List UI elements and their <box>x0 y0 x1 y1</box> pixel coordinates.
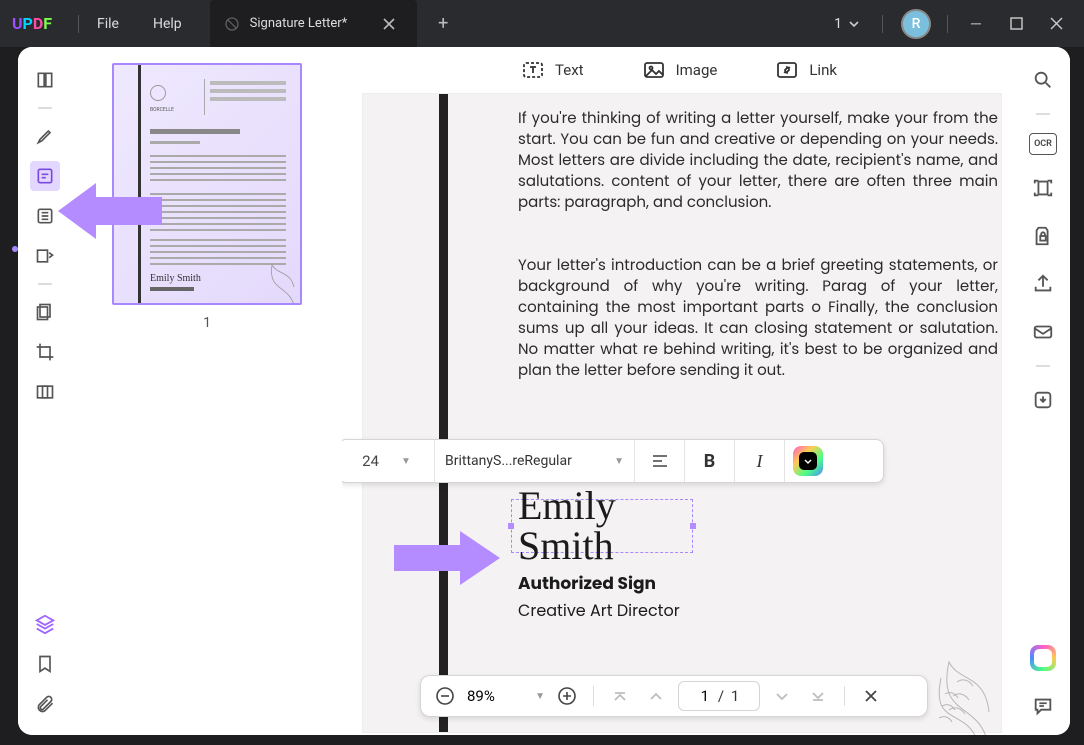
annotation-arrow-right <box>388 525 506 591</box>
tab-bar: Signature Letter* + <box>210 0 456 47</box>
tool-text-label: Text <box>555 61 584 79</box>
save-button[interactable] <box>1028 385 1058 415</box>
prev-page-button[interactable] <box>642 682 670 710</box>
comment-button[interactable] <box>1028 691 1058 721</box>
thumbnail-page-number: 1 <box>203 315 211 331</box>
divider <box>38 107 52 109</box>
thumbnail-panel: BORCELLE Emily Smith 1 <box>72 47 342 735</box>
crop-button[interactable] <box>30 337 60 367</box>
ocr-button[interactable]: OCR <box>1029 133 1057 155</box>
tool-image[interactable]: Image <box>642 58 718 82</box>
close-tab-icon[interactable] <box>379 14 399 34</box>
last-page-button[interactable] <box>804 682 832 710</box>
tool-image-label: Image <box>676 61 718 79</box>
font-size-select[interactable]: 24 ▼ <box>342 440 435 482</box>
zoom-nav-bar: 89% ▼ / 1 <box>420 675 928 717</box>
menu-file[interactable]: File <box>97 16 119 32</box>
font-family-select[interactable]: BrittanyS...reRegular ▼ <box>435 440 635 482</box>
italic-button[interactable]: I <box>735 440 785 482</box>
page-accent-bar <box>439 94 448 732</box>
email-button[interactable] <box>1028 317 1058 347</box>
ai-icon <box>1030 645 1056 671</box>
font-format-popup: 24 ▼ BrittanyS...reRegular ▼ B I <box>342 439 884 483</box>
font-color-button[interactable] <box>785 440 831 482</box>
signature-text-box[interactable]: Emily Smith <box>511 499 693 553</box>
new-tab-button[interactable]: + <box>431 12 455 36</box>
divider <box>1036 113 1050 115</box>
protect-button[interactable] <box>1028 221 1058 251</box>
bold-button[interactable]: B <box>685 440 735 482</box>
zoom-percent-select[interactable]: 89% ▼ <box>467 687 545 705</box>
user-avatar[interactable]: R <box>901 9 931 39</box>
dropdown-caret-icon: ▼ <box>535 691 545 702</box>
divider <box>38 283 52 285</box>
layers-button[interactable] <box>30 609 60 639</box>
page-total: 1 <box>726 687 744 705</box>
paragraph-1[interactable]: If you're thinking of writing a letter y… <box>518 108 998 213</box>
tab-title: Signature Letter* <box>250 16 348 31</box>
edit-toolbar: Text Image Link <box>342 47 1016 93</box>
document-area: Text Image Link If you're thinking of wr… <box>342 47 1016 735</box>
page-input[interactable]: / 1 <box>678 681 760 711</box>
separator <box>947 15 948 33</box>
zoom-percent-value: 89% <box>467 687 495 705</box>
page-counter-value: 1 <box>834 16 842 32</box>
page-current-input[interactable] <box>694 687 716 705</box>
search-button[interactable] <box>1028 65 1058 95</box>
maximize-button[interactable] <box>998 9 1034 39</box>
dropdown-caret-icon: ▼ <box>401 456 411 467</box>
chevron-down-icon <box>848 18 860 30</box>
highlighter-button[interactable] <box>30 121 60 151</box>
titlebar: UPDF File Help Signature Letter* + 1 R ─ <box>0 0 1084 47</box>
authorized-sign-label[interactable]: Authorized Sign <box>518 570 656 596</box>
document-icon <box>224 16 240 32</box>
reader-mode-button[interactable] <box>30 65 60 95</box>
link-tool-icon <box>775 58 799 82</box>
next-page-button[interactable] <box>768 682 796 710</box>
scan-button[interactable] <box>1028 173 1058 203</box>
job-title-label[interactable]: Creative Art Director <box>518 598 680 623</box>
active-tool-indicator <box>12 246 18 252</box>
form-button[interactable] <box>30 241 60 271</box>
divider <box>1036 365 1050 367</box>
signature-text: Emily Smith <box>518 486 686 566</box>
text-tool-icon <box>521 58 545 82</box>
font-family-value: BrittanyS...reRegular <box>445 453 606 469</box>
pages-button[interactable] <box>30 297 60 327</box>
align-button[interactable] <box>635 440 685 482</box>
page-separator: / <box>718 687 724 705</box>
annotation-arrow-left <box>52 179 162 243</box>
menu-help[interactable]: Help <box>153 16 182 32</box>
attachment-button[interactable] <box>30 689 60 719</box>
tool-text[interactable]: Text <box>521 58 584 82</box>
separator <box>78 15 79 33</box>
font-size-value: 24 <box>362 452 379 470</box>
dropdown-caret-icon: ▼ <box>614 456 624 467</box>
minimize-button[interactable]: ─ <box>958 9 994 39</box>
separator <box>844 686 845 706</box>
page-view[interactable]: If you're thinking of writing a letter y… <box>342 93 1016 735</box>
tool-link-label: Link <box>809 61 837 79</box>
separator <box>593 686 594 706</box>
close-zoom-bar-button[interactable] <box>857 682 885 710</box>
zoom-in-button[interactable] <box>553 682 581 710</box>
paragraph-2[interactable]: Your letter's introduction can be a brie… <box>518 255 998 381</box>
left-tool-rail <box>18 47 72 735</box>
ai-assistant-button[interactable] <box>1028 643 1058 673</box>
zoom-out-button[interactable] <box>431 682 459 710</box>
share-button[interactable] <box>1028 269 1058 299</box>
document-page: If you're thinking of writing a letter y… <box>362 93 1002 733</box>
tool-link[interactable]: Link <box>775 58 837 82</box>
tab-active[interactable]: Signature Letter* <box>210 0 418 47</box>
right-tool-rail: OCR <box>1016 47 1070 735</box>
main-window: BORCELLE Emily Smith 1 Text Image <box>18 47 1070 735</box>
compare-button[interactable] <box>30 377 60 407</box>
first-page-button[interactable] <box>606 682 634 710</box>
page-counter-dropdown[interactable]: 1 <box>824 14 870 34</box>
app-logo: UPDF <box>12 13 60 35</box>
image-tool-icon <box>642 58 666 82</box>
separator <box>882 15 883 33</box>
close-window-button[interactable] <box>1038 9 1074 39</box>
bookmark-button[interactable] <box>30 649 60 679</box>
